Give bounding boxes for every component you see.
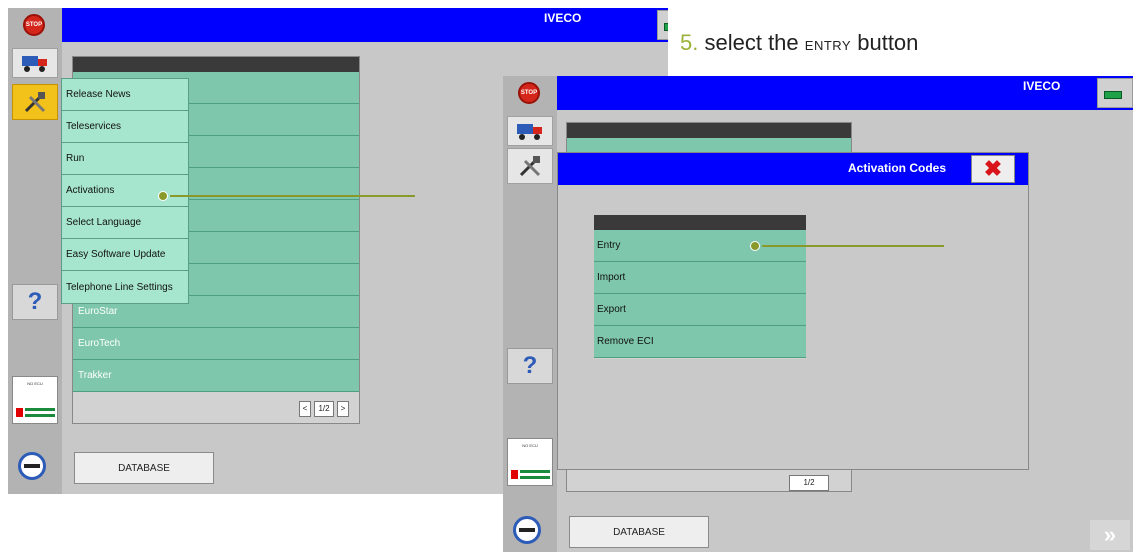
brand-label-2: IVECO (1023, 79, 1061, 93)
help-button-2[interactable]: ? (507, 348, 553, 384)
close-button[interactable]: ✖ (971, 155, 1015, 183)
step-number: 5. (680, 30, 699, 55)
next-arrow-button[interactable]: » (1090, 520, 1130, 550)
pager-page-indicator: 1/2 (314, 401, 334, 417)
menu-item-easy-software-update[interactable]: Easy Software Update (62, 239, 188, 271)
tools-button-2[interactable] (507, 148, 553, 184)
entry-leader-dot (750, 241, 760, 251)
instruction-keyword: ENTRY (804, 38, 852, 53)
status-indicator-2 (1097, 78, 1133, 108)
sidebar-2: STOP ? NO ECU (503, 76, 557, 552)
database-button-2[interactable]: DATABASE (569, 516, 709, 548)
ecu-label: NO ECU (27, 381, 43, 386)
option-export[interactable]: Export (594, 294, 806, 326)
ecu-red-indicator-2 (511, 470, 518, 479)
dialog-options-list: Entry Import Export Remove ECI (594, 215, 806, 359)
background-pager-text: 1/2 (789, 475, 829, 491)
option-remove-eci[interactable]: Remove ECI (594, 326, 806, 358)
status-indicator (657, 10, 668, 40)
activations-leader-line (170, 195, 415, 197)
menu-item-release-news[interactable]: Release News (62, 79, 188, 111)
entry-leader-line (762, 245, 944, 247)
help-icon-2: ? (522, 352, 538, 379)
pager: < 1/2 > (299, 401, 349, 417)
list-header (73, 57, 359, 72)
tools-button[interactable] (12, 84, 58, 120)
dialog-title: Activation Codes (848, 161, 947, 175)
title-bar-2: IVECO (557, 76, 1133, 110)
pager-next-button[interactable]: > (337, 401, 349, 417)
menu-item-telephone-line-settings[interactable]: Telephone Line Settings (62, 271, 188, 304)
dialog-title-bar: Activation Codes ✖ (558, 153, 1028, 185)
truck-button-2[interactable] (507, 116, 553, 146)
ecu-red-indicator (16, 408, 23, 417)
tools-icon-2 (519, 156, 541, 177)
menu-item-run[interactable]: Run (62, 143, 188, 175)
menu-item-select-language[interactable]: Select Language (62, 207, 188, 239)
pager-prev-button[interactable]: < (299, 401, 311, 417)
background-pager: 1/2 (789, 475, 829, 491)
stop-button[interactable]: STOP (23, 14, 45, 36)
ecu-signal-bars (25, 408, 55, 417)
activations-leader-dot (158, 191, 168, 201)
screen-activation-codes: IVECO STOP ? NO ECU 1/2 DATABASE Activat… (503, 76, 1133, 552)
stop-button-2[interactable]: STOP (518, 82, 540, 104)
key-button-2[interactable] (513, 516, 541, 544)
tools-icon (24, 92, 46, 113)
help-icon: ? (27, 288, 43, 315)
instruction-caption: 5. select the ENTRY button (680, 30, 918, 56)
key-button[interactable] (18, 452, 46, 480)
ecu-status-box-2[interactable]: NO ECU (507, 438, 553, 486)
sidebar: STOP ? NO ECU (8, 8, 62, 494)
tools-popup-menu: Release News Teleservices Run Activation… (61, 78, 189, 304)
activation-codes-dialog: Activation Codes ✖ Entry Import Export R… (557, 152, 1029, 470)
list-item-eurotech[interactable]: EuroTech (73, 328, 359, 360)
ecu-signal-bars-2 (520, 470, 550, 479)
close-icon: ✖ (983, 156, 1003, 181)
list-item-trakker[interactable]: Trakker (73, 360, 359, 392)
menu-item-activations[interactable]: Activations (62, 175, 188, 207)
ecu-label-2: NO ECU (522, 443, 538, 448)
instruction-text-after: button (857, 30, 919, 55)
truck-icon-2 (517, 124, 542, 140)
dialog-list-header (594, 215, 806, 230)
truck-icon (22, 56, 47, 72)
ecu-status-box[interactable]: NO ECU (12, 376, 58, 424)
help-button[interactable]: ? (12, 284, 58, 320)
instruction-text-before: select the (704, 30, 799, 55)
menu-item-teleservices[interactable]: Teleservices (62, 111, 188, 143)
option-import[interactable]: Import (594, 262, 806, 294)
title-bar: IVECO (62, 8, 668, 42)
background-list-header (567, 123, 851, 138)
database-button[interactable]: DATABASE (74, 452, 214, 484)
truck-button[interactable] (12, 48, 58, 78)
brand-label: IVECO (544, 11, 582, 25)
